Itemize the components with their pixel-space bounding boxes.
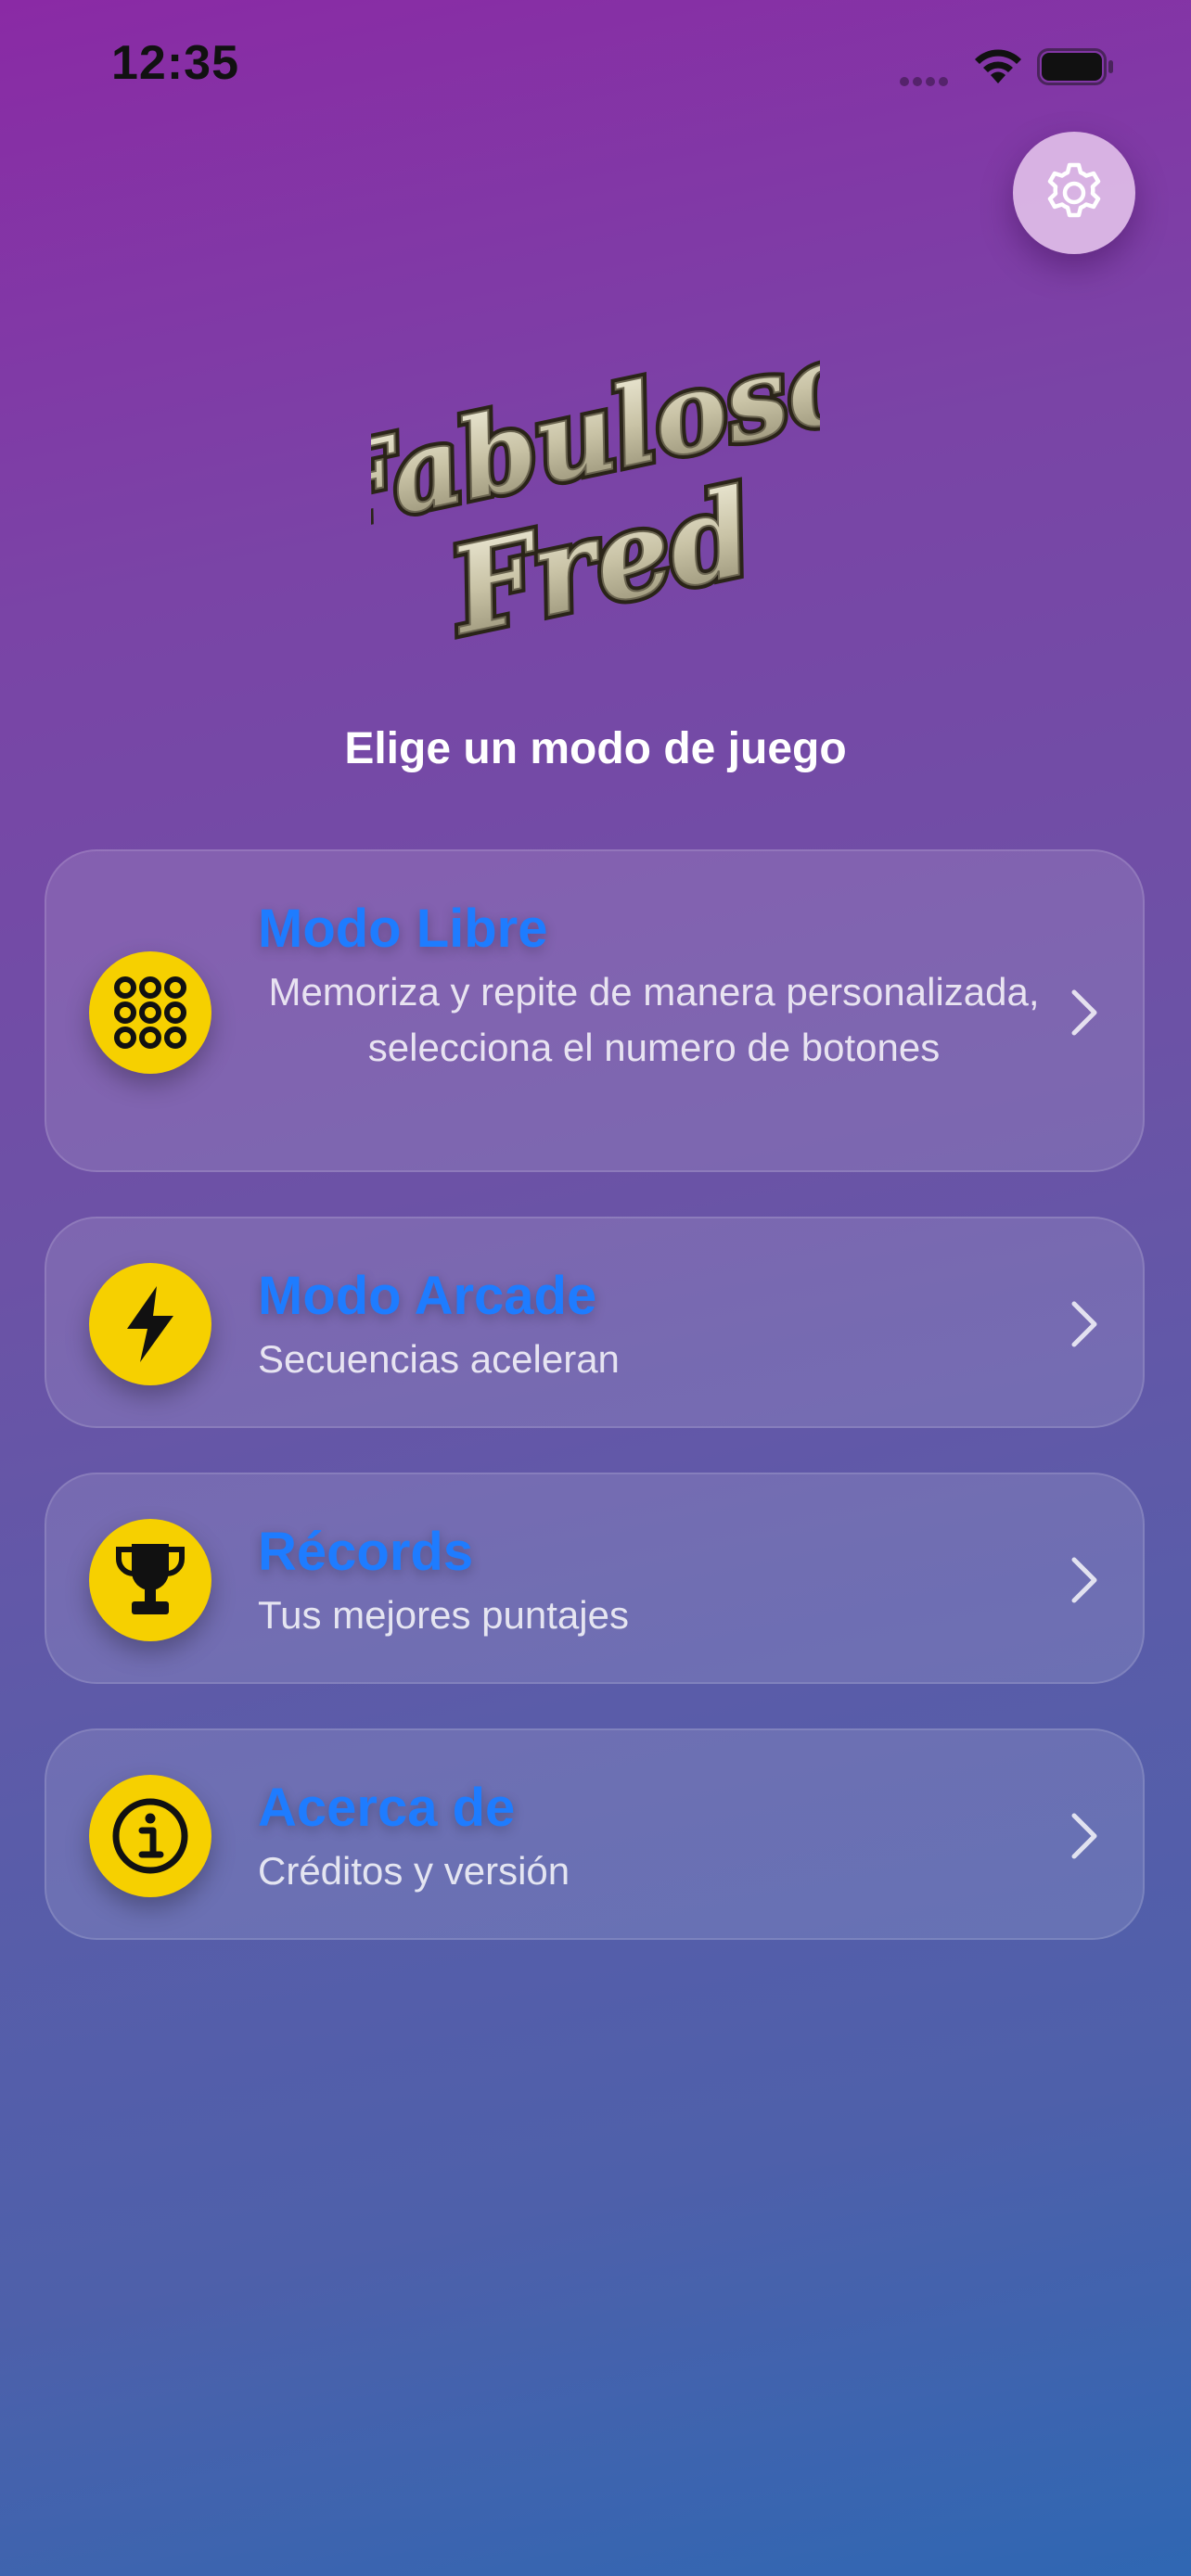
card-description: Memoriza y repite de manera personalizad… — [268, 970, 1040, 1069]
chevron-right-icon — [1071, 1301, 1097, 1347]
gear-icon — [1047, 162, 1101, 218]
cellular-signal-icon — [900, 74, 952, 91]
trophy-icon — [89, 1519, 211, 1641]
card-title: Modo Libre — [258, 899, 548, 959]
fabuloso-fred-logo: Fabuloso Fabuloso Fred Fred — [371, 334, 820, 667]
lightning-bolt-icon — [89, 1263, 211, 1385]
chevron-right-icon — [1071, 989, 1097, 1036]
menu-card-records[interactable]: Récords Tus mejores puntajes — [45, 1473, 1145, 1684]
card-title: Modo Arcade — [258, 1266, 597, 1326]
card-title: Récords — [258, 1522, 474, 1582]
chevron-right-icon — [1071, 1557, 1097, 1603]
settings-button[interactable] — [1013, 132, 1135, 254]
info-icon — [89, 1775, 211, 1897]
status-time: 12:35 — [111, 36, 239, 90]
menu-card-acerca-de[interactable]: Acerca de Créditos y versión — [45, 1728, 1145, 1940]
menu-card-modo-arcade[interactable]: Modo Arcade Secuencias aceleran — [45, 1217, 1145, 1428]
keypad-grid-icon — [89, 951, 211, 1074]
menu-card-modo-libre[interactable]: Modo Libre Memoriza y repite de manera p… — [45, 849, 1145, 1172]
card-description: Créditos y versión — [258, 1849, 570, 1893]
wifi-icon — [975, 49, 1021, 83]
status-bar: 12:35 — [0, 0, 1191, 139]
card-title: Acerca de — [258, 1778, 516, 1838]
battery-icon — [1037, 48, 1113, 85]
chevron-right-icon — [1071, 1813, 1097, 1859]
subtitle: Elige un modo de juego — [344, 724, 847, 773]
card-description: Tus mejores puntajes — [258, 1593, 629, 1637]
card-description: Secuencias aceleran — [258, 1337, 620, 1381]
